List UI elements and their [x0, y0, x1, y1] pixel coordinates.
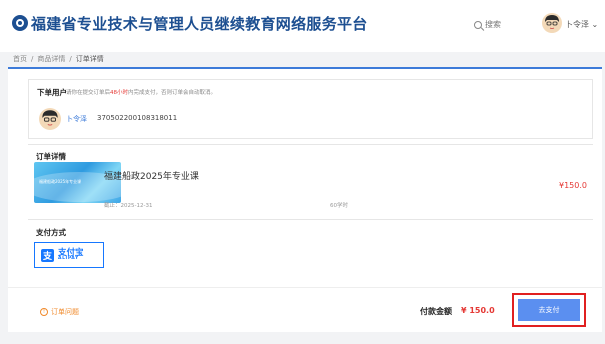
top-header: 福建省专业技术与管理人员继续教育网络服务平台 搜索 卜令泽 ⌄	[0, 0, 605, 52]
breadcrumb-product[interactable]: 商品详情	[37, 54, 65, 64]
note-text: 内完成支付，否则订单会自动取消。	[128, 90, 217, 96]
note-highlight: 48小时	[110, 90, 129, 96]
info-icon: !	[40, 308, 48, 316]
order-issue-link[interactable]: ! 订单问题	[40, 307, 79, 317]
buyer-avatar-icon	[39, 108, 61, 130]
breadcrumb-separator: /	[31, 55, 34, 63]
order-issue-label: 订单问题	[51, 308, 79, 316]
total-label: 付款金额	[420, 307, 452, 316]
breadcrumb-separator: /	[69, 55, 72, 63]
site-title[interactable]: 福建省专业技术与管理人员继续教育网络服务平台	[31, 13, 368, 34]
thumbnail-caption: 福建船政2025年专业课	[39, 179, 82, 184]
order-card: 下单用户 请你在提交订单后48小时内完成支付，否则订单会自动取消。 卜令泽 37…	[8, 69, 602, 332]
order-section-title: 订单详情	[36, 152, 66, 161]
payment-method-section: 支付方式 支 支付宝 ALIPAY	[28, 219, 593, 283]
alipay-option[interactable]: 支 支付宝 ALIPAY	[34, 242, 104, 268]
product-name[interactable]: 福建船政2025年专业课	[104, 169, 199, 182]
payment-deadline-note: 请你在提交订单后48小时内完成支付，否则订单会自动取消。	[66, 88, 216, 96]
breadcrumb-home[interactable]: 首页	[13, 54, 27, 64]
total-amount: ¥ 150.0	[461, 306, 495, 315]
breadcrumb-current: 订单详情	[75, 55, 104, 63]
buyer-section-title: 下单用户	[37, 88, 67, 97]
search-icon	[474, 20, 482, 29]
alipay-label-en: ALIPAY	[58, 256, 79, 261]
buyer-id-number: 370502200108318011	[97, 114, 178, 122]
buyer-section: 下单用户 请你在提交订单后48小时内完成支付，否则订单会自动取消。 卜令泽 37…	[28, 79, 593, 139]
footer-divider	[8, 287, 602, 288]
payment-section-title: 支付方式	[36, 228, 66, 237]
course-deadline: 截止：2025-12-31	[104, 203, 153, 209]
site-logo-icon[interactable]	[12, 15, 28, 31]
search-label: 搜索	[485, 20, 501, 29]
user-avatar-icon[interactable]	[542, 13, 562, 33]
alipay-wordmark: 支付宝 ALIPAY	[58, 248, 84, 262]
user-menu[interactable]: 卜令泽 ⌄	[565, 19, 598, 30]
buyer-name: 卜令泽	[66, 115, 87, 123]
item-price: ¥150.0	[559, 181, 587, 190]
note-text: 请你在提交订单后	[66, 90, 111, 96]
breadcrumb: 首页 / 商品详情 / 订单详情	[13, 53, 104, 65]
search-button[interactable]: 搜索	[474, 19, 501, 30]
pay-button[interactable]: 去支付	[518, 299, 580, 321]
order-detail-section: 订单详情 福建船政2025年专业课 福建船政2025年专业课 截止：2025-1…	[28, 144, 593, 216]
alipay-icon: 支	[41, 248, 54, 262]
course-hours: 60学时	[330, 203, 348, 209]
